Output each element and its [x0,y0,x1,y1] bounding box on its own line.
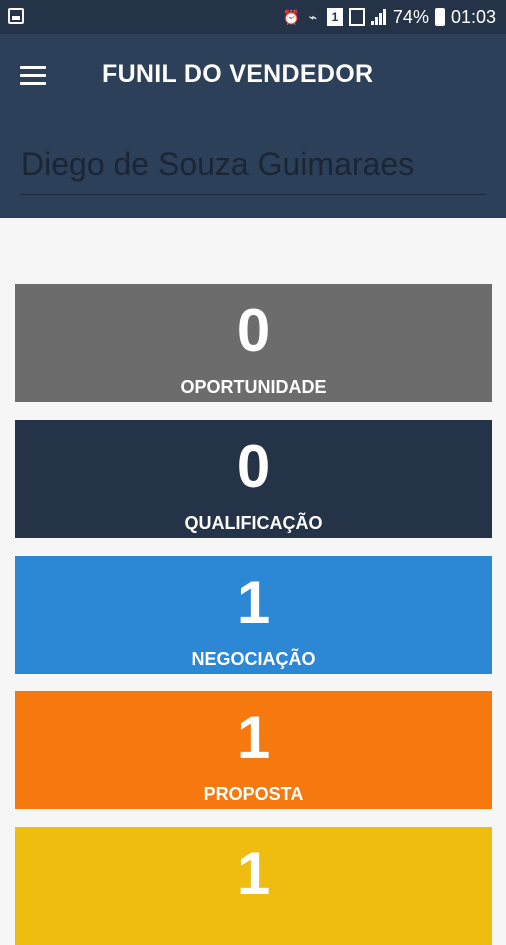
status-icons: ⏰ ⌁ 1 74% 01:03 [283,5,496,29]
page-title: FUNIL DO VENDEDOR [102,60,374,88]
signal-bars-icon [370,9,387,25]
stage-count: 0 [236,297,271,364]
stage-oportunidade[interactable]: 0 OPORTUNIDADE [15,284,492,402]
status-bar: ⏰ ⌁ 1 74% 01:03 [0,0,506,34]
image-icon [8,8,24,24]
stage-label: OPORTUNIDADE [180,377,327,397]
signal-icon [348,8,365,26]
stage-label: NEGOCIAÇÃO [191,649,316,669]
stage-count: 1 [236,704,271,771]
stage-proposta[interactable]: 1 PROPOSTA [15,691,492,809]
stage-count: 1 [236,840,271,907]
seller-name-field[interactable]: Diego de Souza Guimaraes [21,144,486,195]
app-bar: FUNIL DO VENDEDOR Diego de Souza Guimara… [0,34,506,218]
stage-label: PROPOSTA [203,784,304,804]
stage-qualificacao[interactable]: 0 QUALIFICAÇÃO [15,420,492,538]
sim1-icon: 1 [326,8,343,26]
alarm-icon: ⏰ [282,9,301,25]
stage-count: 1 [236,569,271,636]
stage-label: QUALIFICAÇÃO [184,513,323,533]
battery-percent: 74% [392,6,429,27]
stage-count: 0 [236,433,271,500]
seller-name: Diego de Souza Guimaraes [21,146,415,182]
clock: 01:03 [450,6,496,27]
stage-fechamento[interactable]: 1 [15,827,492,945]
hamburger-menu-icon[interactable] [20,64,48,88]
stage-negociacao[interactable]: 1 NEGOCIAÇÃO [15,556,492,674]
wifi-icon: ⌁ [308,9,318,25]
battery-icon [434,8,445,26]
